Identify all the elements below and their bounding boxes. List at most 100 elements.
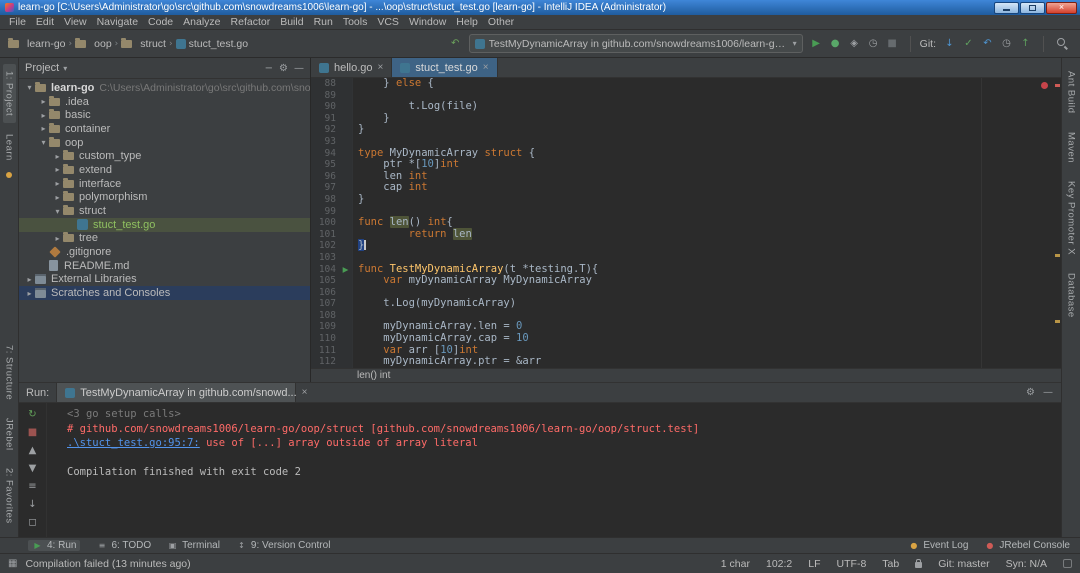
menu-item-build[interactable]: Build	[275, 15, 308, 29]
chevron-right-icon[interactable]: ▸	[24, 289, 35, 298]
tree-item-interface[interactable]: ▸ interface	[19, 177, 310, 191]
git-history-icon[interactable]: ◷	[998, 35, 1015, 52]
toolwindow-button-4-run[interactable]: ▶ 4: Run	[28, 540, 81, 551]
chevron-right-icon[interactable]: ▸	[38, 124, 49, 133]
chevron-right-icon[interactable]: ▸	[52, 152, 63, 161]
back-arrow-icon[interactable]: ↶	[447, 35, 464, 52]
menu-item-refactor[interactable]: Refactor	[226, 15, 276, 29]
gear-icon[interactable]: ⚙	[279, 63, 288, 74]
code-line[interactable]: 92}	[311, 124, 1061, 136]
status-utf-8[interactable]: UTF-8	[837, 558, 867, 570]
code-line[interactable]: 107 t.Log(myDynamicArray)	[311, 297, 1061, 310]
breadcrumb-item-learn-go[interactable]: learn-go	[8, 37, 66, 50]
coverage-icon[interactable]: ◈	[846, 35, 863, 52]
tree-item-learn-go[interactable]: ▾ learn-go C:\Users\Administrator\go\src\…	[19, 81, 310, 95]
chevron-right-icon[interactable]: ▸	[24, 275, 35, 284]
code-line[interactable]: 102}	[311, 239, 1061, 252]
tool-button-ant-build[interactable]: Ant Build	[1065, 64, 1078, 121]
status-lf[interactable]: LF	[808, 558, 820, 570]
code-line[interactable]: 105 var myDynamicArray MyDynamicArray	[311, 274, 1061, 287]
clear-icon[interactable]: ◻	[24, 515, 41, 530]
menu-item-analyze[interactable]: Analyze	[178, 15, 225, 29]
collapse-all-icon[interactable]: −	[265, 63, 273, 74]
chevron-right-icon[interactable]: ▸	[38, 111, 49, 120]
menu-item-view[interactable]: View	[59, 15, 92, 29]
breadcrumb-item-oop[interactable]: oop	[75, 37, 112, 50]
project-panel-title[interactable]: Project	[25, 62, 59, 74]
profiler-icon[interactable]: ◷	[865, 35, 882, 52]
toolwindow-button-jrebel-console[interactable]: ● JRebel Console	[984, 540, 1070, 551]
tree-item-stuct-test-go[interactable]: stuct_test.go	[19, 217, 310, 232]
gear-icon[interactable]: ⚙	[1026, 387, 1035, 398]
chevron-right-icon[interactable]: ▸	[52, 179, 63, 188]
menu-item-other[interactable]: Other	[483, 15, 519, 29]
tree-item-basic[interactable]: ▸ basic	[19, 108, 310, 122]
chevron-right-icon[interactable]: ▸	[38, 97, 49, 106]
stop-disabled-icon[interactable]: ■	[884, 35, 901, 52]
tree-item-idea[interactable]: ▸ .idea	[19, 95, 310, 109]
chevron-down-icon[interactable]: ▾	[38, 138, 49, 147]
stop-icon[interactable]: ■	[24, 425, 41, 440]
scroll-end-icon[interactable]: ↓	[24, 497, 41, 512]
chevron-down-icon[interactable]: ▾	[52, 207, 63, 216]
debug-icon[interactable]: ●	[827, 35, 844, 52]
chevron-down-icon[interactable]: ▾	[24, 83, 35, 92]
tool-button-key-promoter-x[interactable]: Key Promoter X	[1065, 174, 1078, 262]
code-line[interactable]: 101 return len	[311, 227, 1061, 241]
soft-wrap-icon[interactable]: ≡	[24, 479, 41, 494]
lock-icon[interactable]	[915, 559, 923, 568]
chevron-right-icon[interactable]: ▸	[52, 165, 63, 174]
git-commit-icon[interactable]: ✓	[960, 35, 977, 52]
file-link[interactable]: .\stuct_test.go:95:7:	[67, 437, 200, 449]
close-icon[interactable]: ×	[302, 387, 308, 398]
tool-button-learn[interactable]: Learn	[3, 127, 16, 168]
menu-item-help[interactable]: Help	[451, 15, 483, 29]
toolwindow-button-6-todo[interactable]: ≡ 6: TODO	[96, 540, 152, 551]
code-editor[interactable]: 88 } else {89 90 t.Log(file) 91 } 92} 93 94 ty…	[311, 78, 1061, 368]
code-line[interactable]: 97 cap int	[311, 182, 1061, 194]
tree-item-oop[interactable]: ▾ oop	[19, 136, 310, 150]
menu-item-code[interactable]: Code	[143, 15, 178, 29]
close-window-button[interactable]: ×	[1046, 1, 1077, 14]
git-revert-icon[interactable]: ↶	[979, 35, 996, 52]
menu-item-run[interactable]: Run	[309, 15, 338, 29]
code-line[interactable]: 91 }	[311, 112, 1061, 125]
tree-item-struct[interactable]: ▾ struct	[19, 204, 310, 218]
breadcrumb-item-struct[interactable]: struct	[121, 37, 166, 50]
code-line[interactable]: 90 t.Log(file)	[311, 100, 1061, 113]
tree-item-readme-md[interactable]: README.md	[19, 259, 310, 273]
menu-item-navigate[interactable]: Navigate	[92, 15, 143, 29]
breadcrumb-item-stuct-test-go[interactable]: stuct_test.go	[175, 38, 248, 50]
tree-item-custom-type[interactable]: ▸ custom_type	[19, 149, 310, 163]
status-tab[interactable]: Tab	[882, 558, 899, 570]
maximize-window-button[interactable]	[1020, 1, 1045, 14]
run-configuration-select[interactable]: TestMyDynamicArray in github.com/snowdre…	[468, 34, 803, 53]
toolwindow-button-9-version-control[interactable]: ↕ 9: Version Control	[236, 540, 330, 551]
tree-item-gitignore[interactable]: .gitignore	[19, 245, 310, 259]
run-tab[interactable]: TestMyDynamicArray in github.com/snowd..…	[56, 383, 308, 402]
toolwindow-button-terminal[interactable]: ▣ Terminal	[167, 540, 220, 551]
chevron-right-icon[interactable]: ▸	[52, 193, 63, 202]
tool-button-jrebel[interactable]: JRebel	[3, 411, 16, 458]
tool-button-1-project[interactable]: 1: Project	[2, 64, 16, 124]
error-stripe[interactable]	[1053, 78, 1061, 368]
run-test-icon[interactable]: ▶	[339, 264, 352, 276]
run-icon[interactable]: ▶	[808, 35, 825, 52]
toolwindow-button-event-log[interactable]: ● Event Log	[908, 540, 968, 551]
tool-button-2-favorites[interactable]: 2: Favorites	[3, 461, 16, 531]
code-line[interactable]: 88 } else {	[311, 78, 1061, 90]
status-git-master[interactable]: Git: master	[938, 558, 989, 570]
inspections-profile-icon[interactable]	[1063, 559, 1072, 568]
close-icon[interactable]: ×	[378, 62, 384, 73]
editor-tab-hello-go[interactable]: hello.go ×	[311, 58, 393, 77]
close-icon[interactable]: ×	[483, 62, 489, 73]
menu-item-file[interactable]: File	[4, 15, 31, 29]
menu-item-edit[interactable]: Edit	[31, 15, 59, 29]
rerun-icon[interactable]: ↻	[24, 407, 41, 422]
hide-panel-icon[interactable]: —	[294, 63, 304, 74]
chevron-down-icon[interactable]: ▾	[63, 64, 67, 73]
menu-item-tools[interactable]: Tools	[338, 15, 373, 29]
tool-button-database[interactable]: Database	[1065, 266, 1078, 325]
menu-item-vcs[interactable]: VCS	[372, 15, 404, 29]
tree-item-container[interactable]: ▸ container	[19, 122, 310, 136]
